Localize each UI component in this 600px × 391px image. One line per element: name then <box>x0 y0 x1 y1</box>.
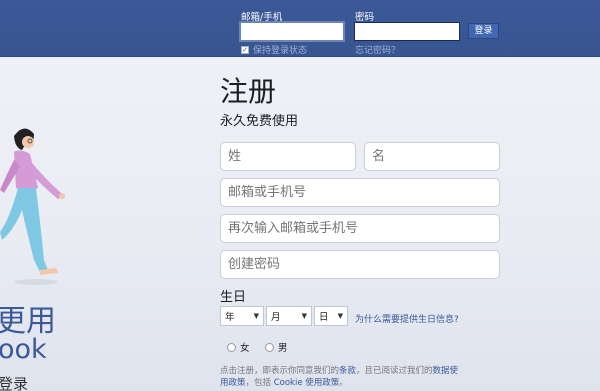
gender-male-option[interactable]: 男 <box>265 340 288 354</box>
keep-logged-in-checkbox[interactable]: ✓ <box>241 45 249 54</box>
password-label: 密码 <box>355 12 375 23</box>
chevron-down-icon: ▼ <box>337 312 343 320</box>
cookie-policy-link[interactable]: Cookie 使用政策 <box>274 378 340 388</box>
terms-link[interactable]: 条款 <box>339 366 356 376</box>
chevron-down-icon: ▼ <box>301 312 307 320</box>
login-button[interactable]: 登录 <box>468 23 499 39</box>
day-select-label: 日 <box>319 312 329 323</box>
email-input[interactable] <box>220 178 500 207</box>
shadow-shape <box>14 279 58 285</box>
birthday-label: 生日 <box>220 290 247 305</box>
first-name-input[interactable] <box>364 142 500 171</box>
terms-text-part-4: 。 <box>339 378 348 388</box>
why-birthday-link[interactable]: 为什么需要提供生日信息? <box>355 312 459 325</box>
login-password-input[interactable] <box>354 22 460 41</box>
top-navigation-bar: 邮箱/手机 密码 登录 ✓ 保持登录状态 忘记密码？ <box>0 0 600 57</box>
month-select-label: 月 <box>271 312 281 323</box>
signup-title: 注册 <box>220 75 277 108</box>
keep-logged-in-label: 保持登录状态 <box>253 46 308 56</box>
birthday-day-select[interactable]: 日 ▼ <box>314 306 348 326</box>
birthday-month-select[interactable]: 月 ▼ <box>266 306 312 326</box>
terms-text-part-3: ，包括 <box>245 378 274 388</box>
gender-female-option[interactable]: 女 <box>227 340 250 354</box>
year-select-label: 年 <box>225 312 235 323</box>
female-label: 女 <box>240 343 250 354</box>
birthday-year-select[interactable]: 年 ▼ <box>220 306 264 326</box>
email-label: 邮箱/手机 <box>241 12 283 23</box>
tagline-2: ook <box>0 334 47 365</box>
male-radio[interactable] <box>265 342 274 352</box>
email-confirm-input[interactable] <box>220 214 500 243</box>
female-radio[interactable] <box>227 342 236 352</box>
terms-text-part-1: 点击注册，即表示你同意我们的 <box>220 366 340 376</box>
new-password-input[interactable] <box>220 250 500 279</box>
male-label: 男 <box>278 343 288 354</box>
forgot-password-link[interactable]: 忘记密码？ <box>355 43 400 56</box>
login-email-input[interactable] <box>239 21 345 42</box>
tagline-3: 登录 <box>0 375 29 391</box>
legs-shape <box>0 188 48 272</box>
terms-text: 点击注册，即表示你同意我们的条款，且已阅读过我们的数据使用政策，包括 Cooki… <box>220 365 460 389</box>
terms-text-part-2: ，且已阅读过我们的 <box>356 366 433 376</box>
signup-subtitle: 永久免费使用 <box>220 114 299 129</box>
last-name-input[interactable] <box>220 142 356 171</box>
running-woman-illustration <box>0 128 65 285</box>
keep-logged-in-row[interactable]: ✓ 保持登录状态 <box>241 43 307 56</box>
chevron-down-icon: ▼ <box>253 312 259 320</box>
hand-shape <box>59 193 65 199</box>
